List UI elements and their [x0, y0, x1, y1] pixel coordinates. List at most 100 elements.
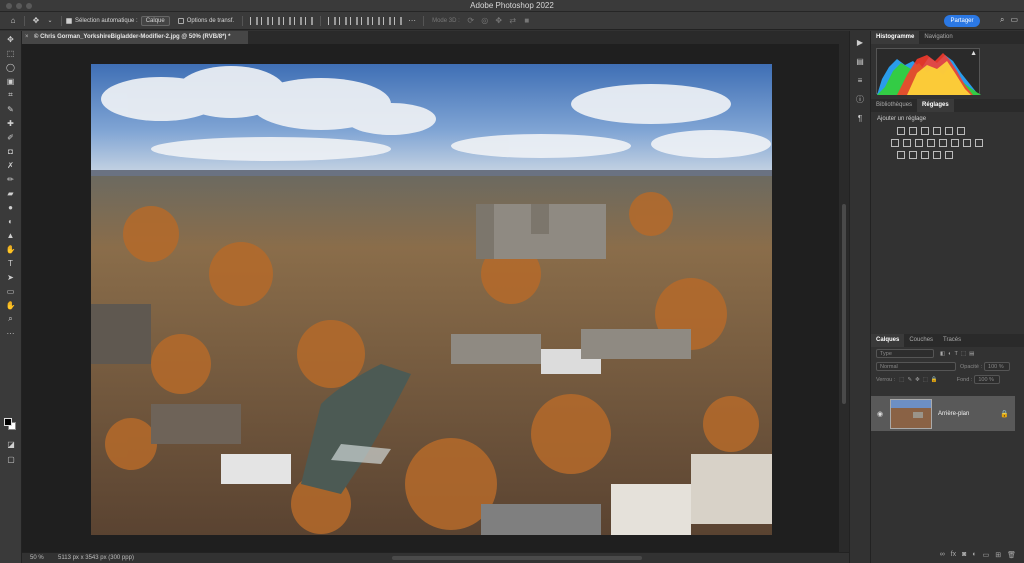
rectangle-tool-icon[interactable]: ▭ — [4, 285, 18, 297]
move-tool-icon[interactable]: ✥ — [4, 33, 18, 45]
zoom-level[interactable]: 50 % — [30, 553, 44, 563]
stamp-tool-icon[interactable]: ◘ — [4, 145, 18, 157]
slide-3d-icon[interactable]: ⇄ — [508, 16, 518, 26]
mode3d-label: Mode 3D : — [432, 17, 460, 24]
zoom-dot[interactable] — [26, 3, 32, 9]
transform-checkbox[interactable] — [177, 17, 184, 24]
share-button[interactable]: Partager — [944, 15, 980, 27]
workspace-icon[interactable]: ▭ — [1010, 15, 1018, 25]
collapsed-panels: ▶ ▤ ≡ ⓘ ¶ — [849, 31, 871, 563]
more-tools-icon[interactable]: ··· — [4, 327, 18, 339]
canvas-photo[interactable] — [91, 64, 772, 535]
healing-brush-icon[interactable]: ✚ — [4, 117, 18, 129]
adjustments-tabs: Bibliothèques Réglages — [871, 99, 1024, 112]
info-icon[interactable]: ⓘ — [854, 94, 866, 106]
history-brush-icon[interactable]: ✗ — [4, 159, 18, 171]
tab-navigation[interactable]: Navigation — [919, 31, 957, 44]
chevron-down-icon[interactable]: ⌄ — [45, 16, 55, 26]
foreground-color[interactable] — [4, 418, 12, 426]
opacity-field[interactable]: 100 % — [984, 362, 1011, 371]
layer-name: Arrière-plan — [938, 410, 970, 417]
screen-mode-icon[interactable]: ▢ — [4, 453, 18, 465]
document-dimensions[interactable]: 5113 px x 3543 px (300 ppp) — [58, 553, 134, 563]
aerial-town-photo — [91, 64, 772, 535]
move-tool-icon[interactable]: ✥ — [31, 16, 41, 26]
eyedropper-icon[interactable]: ✎ — [4, 103, 18, 115]
blend-row: Normal Opacité : 100 % — [871, 360, 1024, 373]
video-camera-icon[interactable]: ■ — [522, 16, 532, 26]
group-icon[interactable]: ▭ — [983, 551, 990, 563]
close-dot[interactable] — [6, 3, 12, 9]
lock-row: Verrou : ⬚✎✥⬚🔒 Fond : 100 % — [871, 373, 1024, 386]
lasso-tool-icon[interactable]: ◯ — [4, 61, 18, 73]
new-layer-icon[interactable]: ⊞ — [995, 551, 1001, 563]
blend-mode-select[interactable]: Normal — [876, 362, 956, 371]
histogram-chart: ▲ — [876, 48, 981, 95]
pan-3d-icon[interactable]: ✥ — [494, 16, 504, 26]
horizontal-scrollbar[interactable] — [392, 556, 642, 560]
crop-tool-icon[interactable]: ⌗ — [4, 89, 18, 101]
path-select-icon[interactable]: ➤ — [4, 271, 18, 283]
gradient-icon[interactable]: ▰ — [4, 187, 18, 199]
layer-comps-icon[interactable]: ▤ — [854, 56, 866, 68]
layer-thumbnail — [890, 398, 932, 429]
mask-icon[interactable]: ◙ — [962, 551, 966, 563]
character-icon[interactable]: ¶ — [854, 113, 866, 125]
eraser-icon[interactable]: ✏ — [4, 173, 18, 185]
auto-select-dropdown[interactable]: Calque — [140, 15, 170, 26]
align-buttons[interactable] — [250, 16, 314, 25]
orbit-3d-icon[interactable]: ⟳ — [466, 16, 476, 26]
adjustment-icons-row-3[interactable] — [871, 149, 1024, 161]
adjustment-layer-icon[interactable]: ◐ — [972, 551, 976, 563]
filter-icons[interactable]: ◧◐T⬚▤ — [940, 351, 977, 357]
blur-tool-icon[interactable]: ● — [4, 201, 18, 213]
tab-histogram[interactable]: Histogramme — [871, 31, 920, 44]
tab-paths[interactable]: Tracés — [938, 334, 966, 347]
trash-icon[interactable]: 🗑 — [1007, 551, 1016, 563]
link-icon[interactable]: ∞ — [940, 551, 945, 563]
fill-field[interactable]: 100 % — [974, 375, 1001, 384]
dodge-tool-icon[interactable]: ◐ — [4, 215, 18, 227]
quick-mask-icon[interactable]: ◪ — [4, 438, 18, 450]
search-icon[interactable]: ⌕ — [1000, 15, 1004, 25]
minimize-dot[interactable] — [16, 3, 22, 9]
adjustment-icons-row-2[interactable] — [871, 137, 1024, 149]
auto-select-checkbox[interactable] — [66, 17, 72, 24]
warning-icon[interactable]: ▲ — [970, 50, 977, 57]
tab-channels[interactable]: Couches — [904, 334, 938, 347]
close-tab-icon[interactable]: × — [25, 31, 29, 44]
marquee-tool-icon[interactable]: ⬚ — [4, 47, 18, 59]
options-bar: ⌂ ✥ ⌄ Sélection automatique : Calque Opt… — [0, 12, 1024, 30]
scroll-thumb[interactable] — [842, 204, 846, 404]
tab-adjustments[interactable]: Réglages — [917, 99, 954, 112]
type-tool-icon[interactable]: T — [4, 257, 18, 269]
window-controls[interactable] — [6, 3, 32, 9]
transform-label: Options de transf. — [186, 17, 235, 24]
eye-icon[interactable]: ◉ — [877, 410, 885, 418]
adjustment-icons-row-1[interactable] — [871, 125, 1024, 137]
lock-icons[interactable]: ⬚✎✥⬚🔒 — [899, 377, 940, 383]
more-icon[interactable]: ··· — [407, 16, 417, 26]
pen-tool-icon[interactable]: ▲ — [4, 229, 18, 241]
properties-icon[interactable]: ≡ — [854, 75, 866, 87]
smudge-icon[interactable]: ✋ — [4, 243, 18, 255]
kind-filter-select[interactable]: Type — [876, 349, 934, 358]
layer-row-background[interactable]: ◉ Arrière-plan 🔒 — [871, 396, 1015, 431]
tab-libraries[interactable]: Bibliothèques — [871, 99, 917, 112]
hand-tool-icon[interactable]: ✋ — [4, 299, 18, 311]
zoom-tool-icon[interactable]: ⌕ — [4, 313, 18, 325]
document-tab[interactable]: × © Chris Gorman_YorkshireBigladder-Modi… — [22, 31, 248, 44]
brush-tool-icon[interactable]: ✐ — [4, 131, 18, 143]
fx-icon[interactable]: fx — [951, 551, 956, 563]
tab-layers[interactable]: Calques — [871, 334, 905, 347]
vertical-scrollbar[interactable] — [839, 44, 849, 552]
status-bar: 50 % 5113 px x 3543 px (300 ppp) — [22, 552, 849, 563]
lock-icon[interactable]: 🔒 — [1000, 410, 1009, 418]
play-icon[interactable]: ▶ — [854, 37, 866, 49]
roll-3d-icon[interactable]: ◎ — [480, 16, 490, 26]
distribute-buttons[interactable] — [328, 16, 403, 25]
home-icon[interactable]: ⌂ — [8, 16, 18, 26]
object-select-icon[interactable]: ▣ — [4, 75, 18, 87]
opacity-label: Opacité : — [960, 363, 983, 370]
app-title: Adobe Photoshop 2022 — [470, 1, 554, 10]
